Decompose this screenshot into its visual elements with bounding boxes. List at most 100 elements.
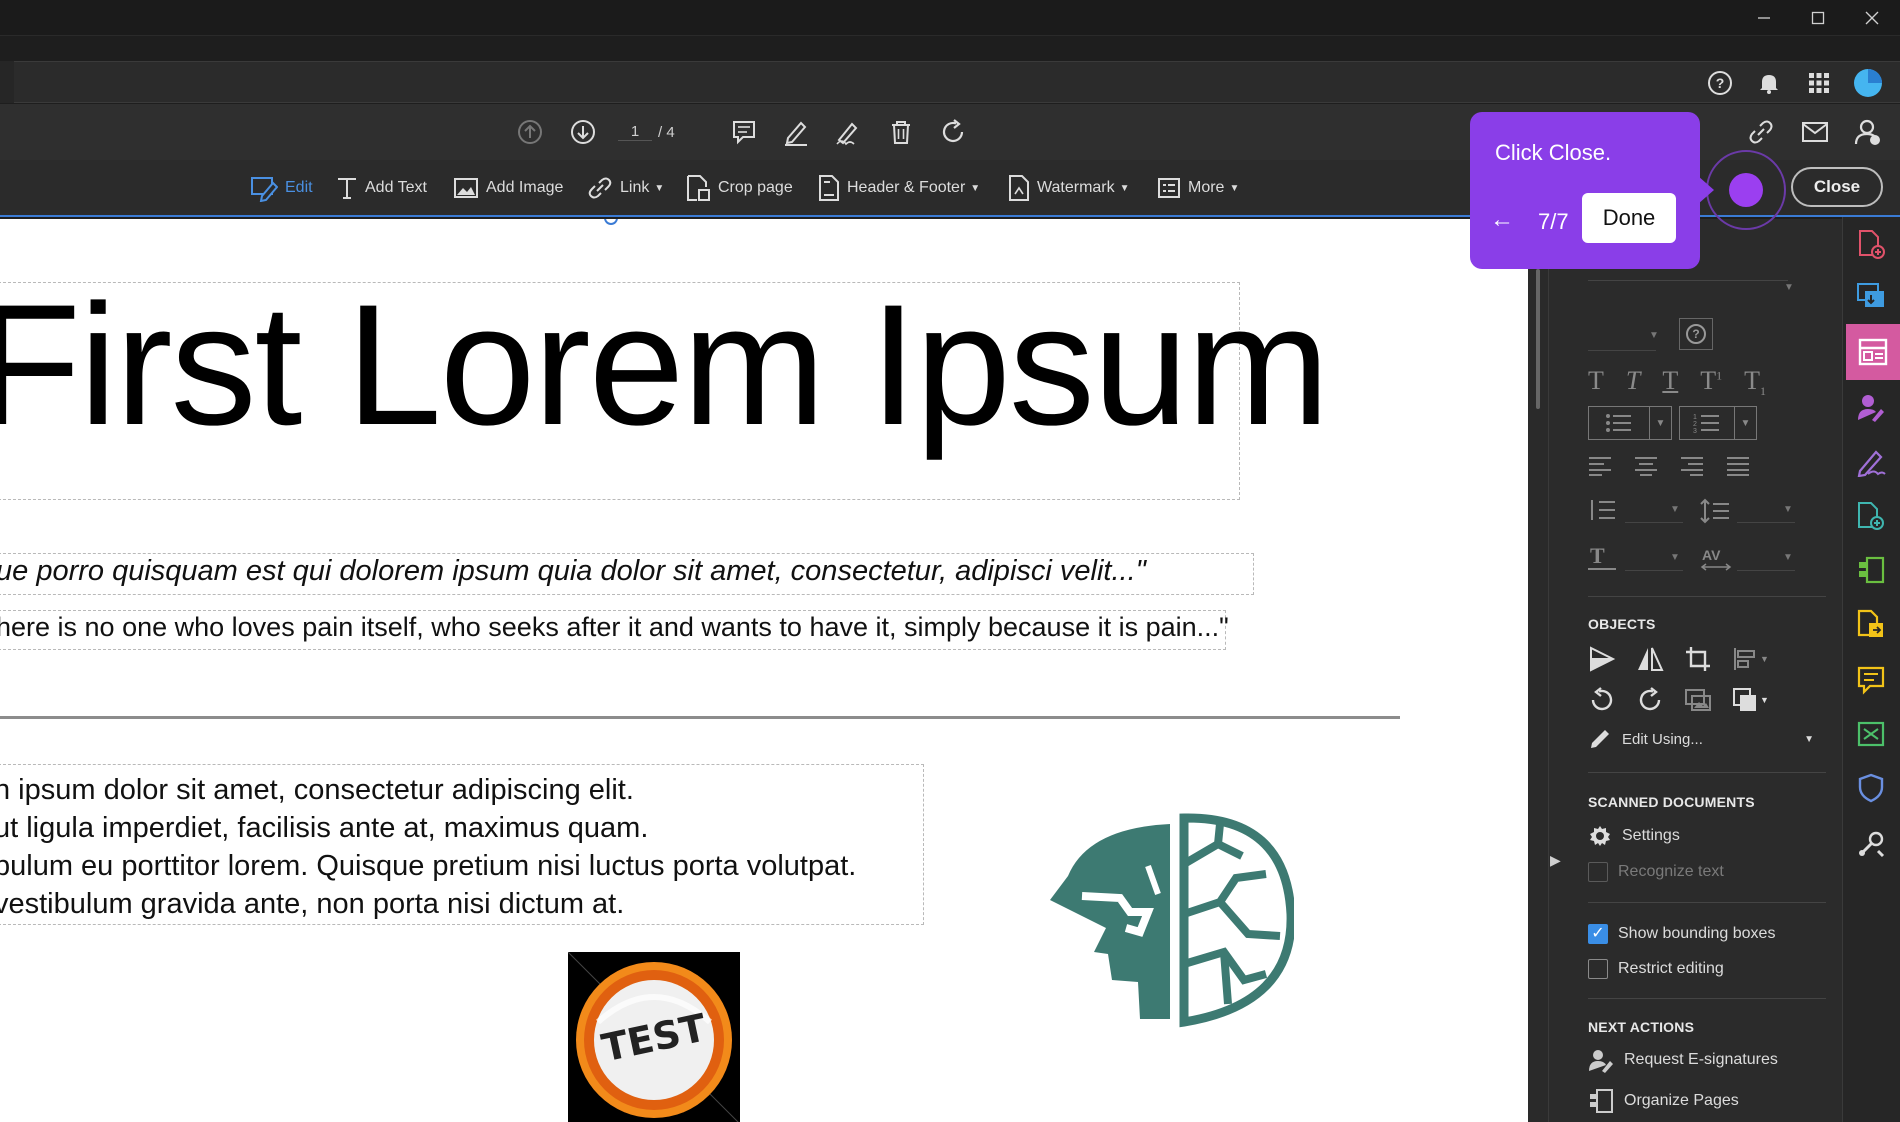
help-box-icon[interactable]: ? — [1679, 318, 1713, 350]
account-add-icon[interactable] — [1849, 114, 1885, 150]
tool-add-image[interactable]: Add Image — [453, 172, 563, 204]
align-justify-icon[interactable] — [1726, 456, 1750, 476]
character-scale-icon[interactable]: T — [1588, 543, 1618, 576]
rotate-right-icon[interactable] — [1636, 686, 1664, 714]
italic-text-icon[interactable]: T — [1626, 366, 1640, 399]
rotate-page-icon[interactable] — [935, 114, 971, 150]
align-right-icon[interactable] — [1680, 456, 1704, 476]
tool-edit[interactable]: Edit — [250, 172, 313, 204]
export-pdf-icon[interactable] — [1851, 276, 1891, 316]
bold-text-icon[interactable]: T — [1588, 366, 1604, 399]
scanned-documents-heading: SCANNED DOCUMENTS — [1588, 794, 1755, 810]
document-scrollbar[interactable] — [1528, 219, 1548, 1122]
email-icon[interactable] — [1797, 114, 1833, 150]
superscript-icon[interactable]: T1 — [1700, 366, 1722, 399]
flip-vertical-icon[interactable] — [1636, 645, 1664, 673]
scan-ocr-icon[interactable] — [1851, 496, 1891, 536]
subscript-icon[interactable]: T1 — [1744, 366, 1766, 399]
combine-files-icon[interactable] — [1851, 604, 1891, 644]
panel-divider — [1588, 772, 1826, 773]
help-icon[interactable]: ? — [1704, 67, 1736, 99]
tour-back-arrow-icon[interactable]: ← — [1490, 206, 1514, 234]
restrict-editing-checkbox[interactable] — [1588, 959, 1608, 979]
previous-page-icon[interactable] — [512, 114, 548, 150]
show-bounding-boxes-checkbox[interactable]: ✓ — [1588, 924, 1608, 944]
compress-pdf-icon[interactable] — [1851, 714, 1891, 754]
chevron-down-icon[interactable]: ▼ — [1783, 552, 1793, 563]
share-link-icon[interactable] — [1743, 114, 1779, 150]
notification-bell-icon[interactable] — [1753, 67, 1785, 99]
scrollbar-thumb[interactable] — [1536, 269, 1540, 409]
collapse-panel-icon[interactable]: ▶ — [1550, 852, 1561, 869]
show-bounding-boxes-option[interactable]: ✓ Show bounding boxes — [1588, 920, 1775, 948]
rotate-left-icon[interactable] — [1588, 686, 1616, 714]
align-objects-button[interactable]: ▼ — [1732, 646, 1769, 672]
underline-text-icon[interactable]: T — [1662, 366, 1678, 399]
align-center-icon[interactable] — [1634, 456, 1658, 476]
chevron-down-icon[interactable]: ▼ — [1670, 552, 1680, 563]
head-brain-logo[interactable] — [1048, 804, 1296, 1040]
create-pdf-icon[interactable] — [1851, 224, 1891, 264]
next-page-icon[interactable] — [565, 114, 601, 150]
protect-shield-icon[interactable] — [1851, 768, 1891, 808]
arrange-button[interactable]: ▼ — [1732, 687, 1769, 713]
tool-add-text[interactable]: Add Text — [336, 172, 427, 204]
recognize-text-option: Recognize text — [1588, 858, 1724, 886]
tool-crop-page-label: Crop page — [718, 179, 793, 196]
edit-using-dropdown[interactable]: Edit Using... ▼ — [1588, 725, 1814, 753]
chevron-down-icon[interactable]: ▼ — [1783, 504, 1793, 515]
more-tools-icon[interactable] — [1851, 824, 1891, 864]
minimize-icon[interactable] — [1737, 0, 1791, 36]
kerning-icon[interactable]: AV — [1700, 545, 1732, 576]
chevron-down-icon: ▼ — [1119, 182, 1130, 194]
paragraph-text: n ipsum dolor sit amet, consectetur adip… — [0, 771, 856, 923]
chevron-down-icon[interactable]: ▼ — [1670, 504, 1680, 515]
test-badge-image[interactable]: TEST — [568, 952, 740, 1122]
selection-handle[interactable] — [604, 219, 618, 225]
numbered-list-button[interactable]: 123 ▼ — [1679, 406, 1757, 440]
tool-more[interactable]: More ▼ — [1157, 172, 1239, 204]
recognize-text-label: Recognize text — [1618, 863, 1724, 880]
align-left-icon[interactable] — [1588, 456, 1612, 476]
chevron-down-icon[interactable]: ▼ — [1649, 330, 1659, 341]
comment-icon[interactable] — [726, 114, 762, 150]
scan-settings-button[interactable]: Settings — [1588, 822, 1680, 850]
organize-pages-action[interactable]: Organize Pages — [1588, 1087, 1739, 1115]
apps-grid-icon[interactable] — [1803, 67, 1835, 99]
maximize-icon[interactable] — [1791, 0, 1845, 36]
chevron-down-icon[interactable]: ▼ — [1649, 407, 1671, 439]
request-esignatures-action[interactable]: Request E-signatures — [1588, 1046, 1778, 1074]
paragraph-spacing-icon[interactable] — [1700, 498, 1730, 529]
svg-text:?: ? — [1692, 327, 1699, 341]
flip-horizontal-icon[interactable] — [1588, 645, 1616, 673]
highlight-pen-icon[interactable] — [778, 114, 814, 150]
tool-watermark[interactable]: Watermark ▼ — [1008, 172, 1130, 204]
profile-avatar[interactable] — [1852, 67, 1884, 99]
document-canvas[interactable]: First Lorem Ipsum ue porro quisquam est … — [0, 219, 1528, 1122]
page-indicator[interactable]: 1 / 4 — [618, 118, 678, 146]
tool-link[interactable]: Link ▼ — [587, 172, 664, 204]
sign-icon[interactable] — [830, 114, 866, 150]
organize-pages-rail-icon[interactable] — [1851, 550, 1891, 590]
close-icon[interactable] — [1845, 0, 1899, 36]
tool-header-footer[interactable]: Header & Footer ▼ — [818, 172, 980, 204]
close-button[interactable]: Close — [1791, 167, 1883, 207]
chevron-down-icon[interactable]: ▼ — [1784, 282, 1794, 293]
comment-rail-icon[interactable] — [1851, 660, 1891, 700]
fill-sign-icon[interactable] — [1851, 442, 1891, 482]
delete-page-icon[interactable] — [883, 114, 919, 150]
chevron-down-icon[interactable]: ▼ — [1734, 407, 1756, 439]
tool-crop-page[interactable]: Crop page — [685, 172, 793, 204]
request-signature-rail-icon[interactable] — [1851, 388, 1891, 428]
font-size-field-line — [1588, 350, 1656, 351]
restrict-editing-option[interactable]: Restrict editing — [1588, 955, 1724, 983]
line-spacing-icon[interactable] — [1588, 498, 1616, 527]
crop-icon[interactable] — [1684, 645, 1712, 673]
edit-pdf-icon[interactable] — [1853, 332, 1893, 372]
tour-done-button[interactable]: Done — [1582, 193, 1676, 243]
tour-beacon[interactable] — [1729, 173, 1763, 207]
replace-image-icon[interactable] — [1684, 686, 1712, 714]
page-current[interactable]: 1 — [618, 123, 652, 141]
bullet-list-button[interactable]: ▼ — [1588, 406, 1672, 440]
numbered-list-icon: 123 — [1680, 407, 1734, 439]
